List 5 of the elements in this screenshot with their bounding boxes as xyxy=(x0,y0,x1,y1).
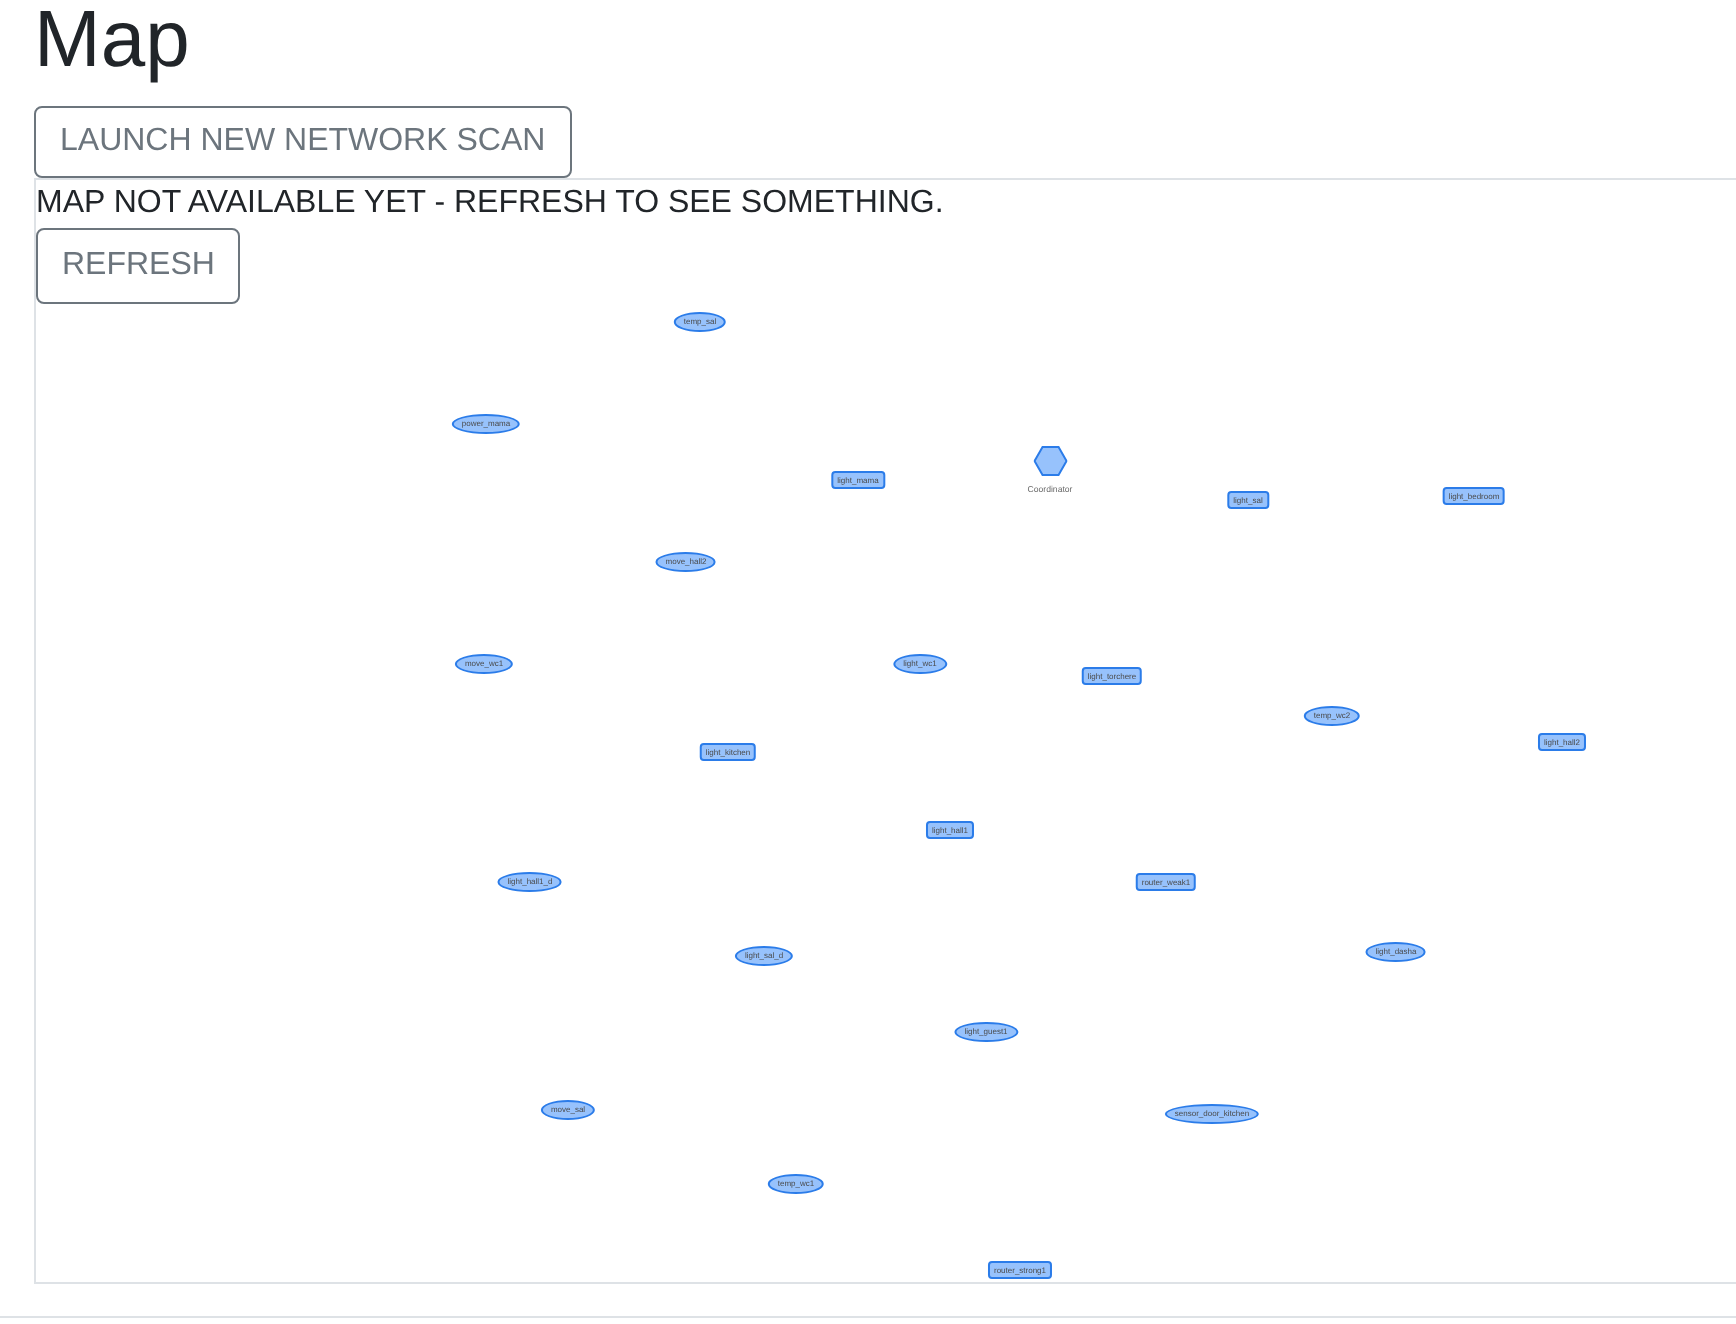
status-message: MAP NOT AVAILABLE YET - REFRESH TO SEE SOMETHING. xyxy=(36,184,944,224)
hexagon-icon xyxy=(1033,446,1067,476)
refresh-button[interactable]: REFRESH xyxy=(36,228,241,304)
page-title: Map xyxy=(34,0,190,80)
launch-scan-button[interactable]: LAUNCH NEW NETWORK SCAN xyxy=(34,106,572,178)
